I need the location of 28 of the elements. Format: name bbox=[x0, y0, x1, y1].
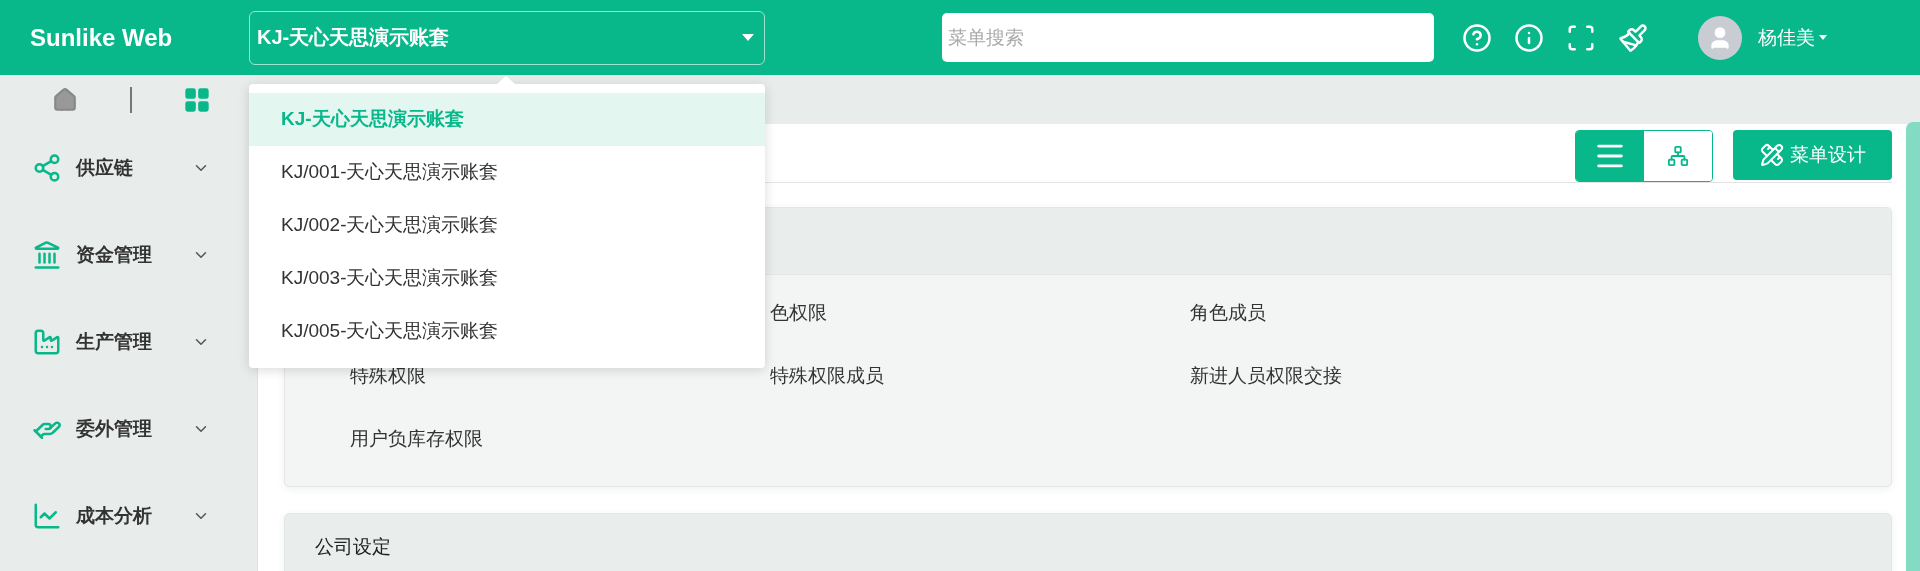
search-field[interactable]: 菜单搜索 bbox=[942, 13, 1434, 62]
scrollbar[interactable] bbox=[1906, 122, 1920, 571]
info-icon[interactable] bbox=[1514, 22, 1544, 53]
pencil-ruler-icon bbox=[1759, 143, 1784, 167]
avatar[interactable] bbox=[1698, 15, 1742, 60]
sidebar-item[interactable]: 生产管理 bbox=[76, 328, 192, 355]
menu-link[interactable]: 新进人员权限交接 bbox=[1190, 362, 1342, 389]
nodes-icon bbox=[32, 152, 62, 183]
sidebar-item[interactable]: 资金管理 bbox=[76, 241, 192, 268]
dropdown-option[interactable]: KJ/001-天心天思演示账套 bbox=[249, 145, 765, 199]
card-title: 公司设定 bbox=[315, 535, 391, 559]
logo: Sunlike Web bbox=[29, 23, 174, 52]
tree-icon bbox=[1667, 145, 1689, 167]
dropdown-option[interactable]: KJ/005-天心天思演示账套 bbox=[249, 304, 765, 358]
dropdown-option[interactable]: KJ/003-天心天思演示账套 bbox=[249, 251, 765, 305]
brush-icon[interactable] bbox=[1618, 22, 1648, 53]
sidebar-item[interactable]: 委外管理 bbox=[76, 415, 192, 442]
sidebar-item[interactable]: 供应链 bbox=[76, 154, 192, 181]
menu-link[interactable]: 用户负库存权限 bbox=[350, 425, 483, 452]
menu-link[interactable]: 特殊权限成员 bbox=[770, 362, 884, 389]
menu-link[interactable]: 角色成员 bbox=[1190, 299, 1266, 326]
list-view-button[interactable] bbox=[1576, 131, 1644, 181]
sidebar-item[interactable]: 成本分析 bbox=[76, 502, 192, 529]
dropdown-option[interactable]: KJ/002-天心天思演示账套 bbox=[249, 198, 765, 252]
bank-icon bbox=[32, 239, 62, 270]
menu-link[interactable]: 色权限 bbox=[770, 299, 827, 326]
help-icon[interactable] bbox=[1462, 22, 1492, 53]
caret-icon bbox=[742, 34, 754, 41]
